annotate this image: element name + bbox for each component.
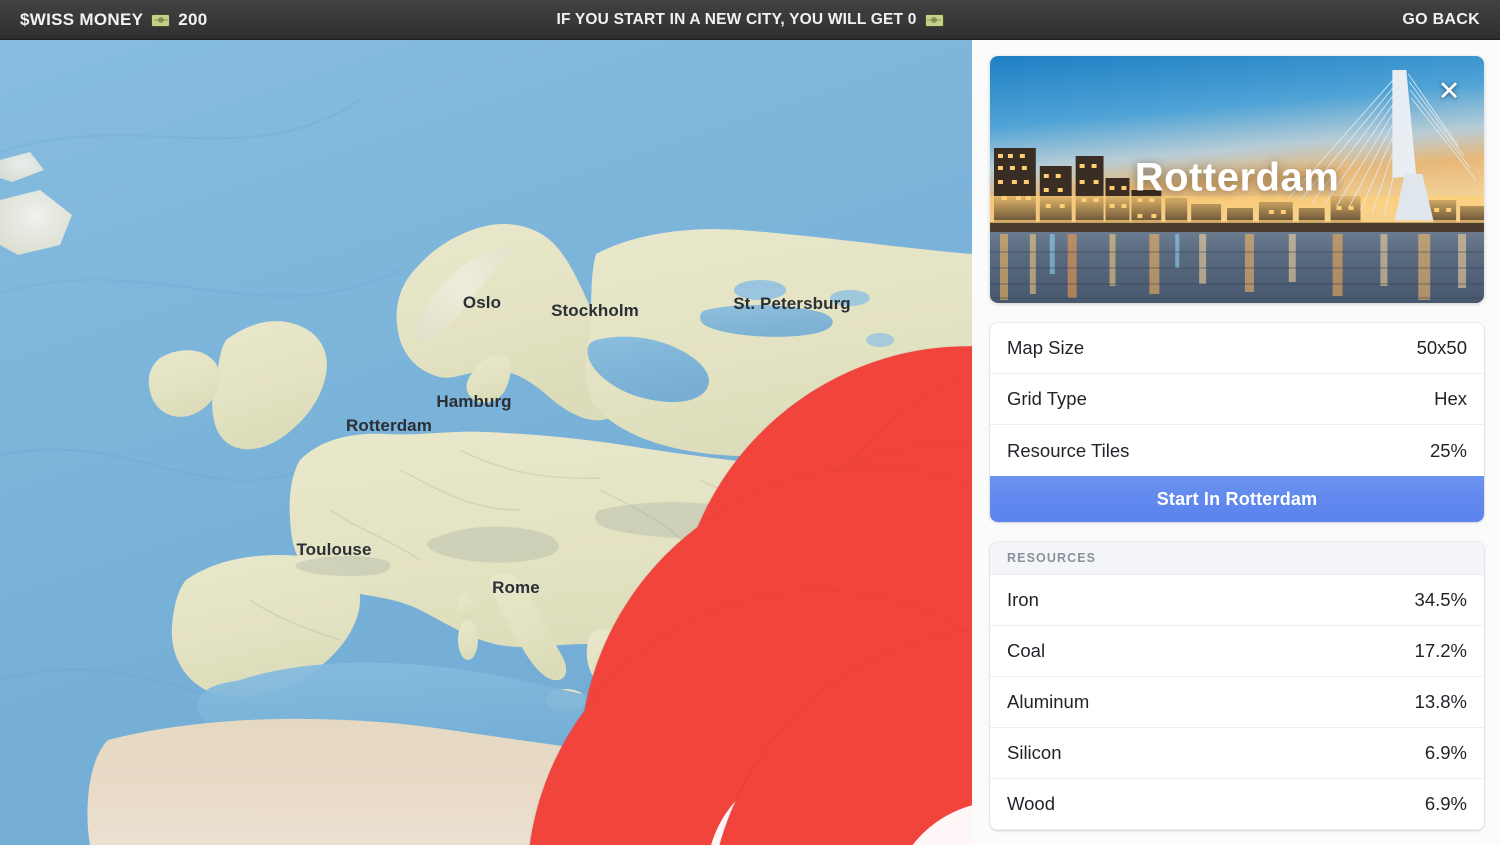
- new-city-notice: IF YOU START IN A NEW CITY, YOU WILL GET…: [0, 0, 1500, 40]
- resource-label: Coal: [1007, 640, 1045, 662]
- go-back-button[interactable]: GO BACK: [1402, 0, 1480, 40]
- resource-label: Aluminum: [1007, 691, 1089, 713]
- setting-row: Resource Tiles 25%: [990, 425, 1484, 476]
- resource-value: 13.8%: [1415, 691, 1467, 713]
- resource-row: Silicon 6.9%: [990, 728, 1484, 779]
- map-pin-icon: [516, 611, 972, 845]
- resource-label: Silicon: [1007, 742, 1062, 764]
- city-photo: [990, 56, 1484, 303]
- resource-value: 6.9%: [1425, 793, 1467, 815]
- resource-value: 34.5%: [1415, 589, 1467, 611]
- resource-label: Wood: [1007, 793, 1055, 815]
- start-in-city-button[interactable]: Start In Rotterdam: [990, 476, 1484, 522]
- new-city-notice-text: IF YOU START IN A NEW CITY, YOU WILL GET…: [556, 11, 916, 29]
- city-hero-banner: Rotterdam ✕: [990, 56, 1484, 303]
- setting-label: Grid Type: [1007, 388, 1087, 410]
- setting-value: 25%: [1430, 440, 1467, 462]
- setting-label: Map Size: [1007, 337, 1084, 359]
- resource-row: Aluminum 13.8%: [990, 677, 1484, 728]
- resource-value: 6.9%: [1425, 742, 1467, 764]
- resource-value: 17.2%: [1415, 640, 1467, 662]
- resource-row: Coal 17.2%: [990, 626, 1484, 677]
- setting-label: Resource Tiles: [1007, 440, 1129, 462]
- europe-map[interactable]: OsloStockholmSt. PetersburgHamburgRotter…: [0, 40, 972, 845]
- resources-card: RESOURCES Iron 34.5% Coal 17.2% Aluminum 13.8…: [990, 542, 1484, 830]
- city-detail-panel: Rotterdam ✕ Map Size 50x50 Grid Type Hex Res…: [972, 40, 1500, 845]
- go-back-label: GO BACK: [1402, 11, 1480, 29]
- setting-value: 50x50: [1417, 337, 1467, 359]
- resource-label: Iron: [1007, 589, 1039, 611]
- setting-value: Hex: [1434, 388, 1467, 410]
- resources-rows: Iron 34.5% Coal 17.2% Aluminum 13.8% Silicon 6.…: [990, 575, 1484, 830]
- resource-row: Iron 34.5%: [990, 575, 1484, 626]
- resource-row: Wood 6.9%: [990, 779, 1484, 830]
- banknote-icon: [925, 14, 944, 27]
- setting-row: Map Size 50x50: [990, 323, 1484, 374]
- resources-heading: RESOURCES: [990, 542, 1484, 575]
- map-settings-rows: Map Size 50x50 Grid Type Hex Resource Tiles 2…: [990, 323, 1484, 476]
- close-icon[interactable]: ✕: [1434, 76, 1464, 106]
- setting-row: Grid Type Hex: [990, 374, 1484, 425]
- map-settings-card: Map Size 50x50 Grid Type Hex Resource Tiles 2…: [990, 323, 1484, 522]
- top-bar: $WISS MONEY 200 IF YOU START IN A NEW CI…: [0, 0, 1500, 40]
